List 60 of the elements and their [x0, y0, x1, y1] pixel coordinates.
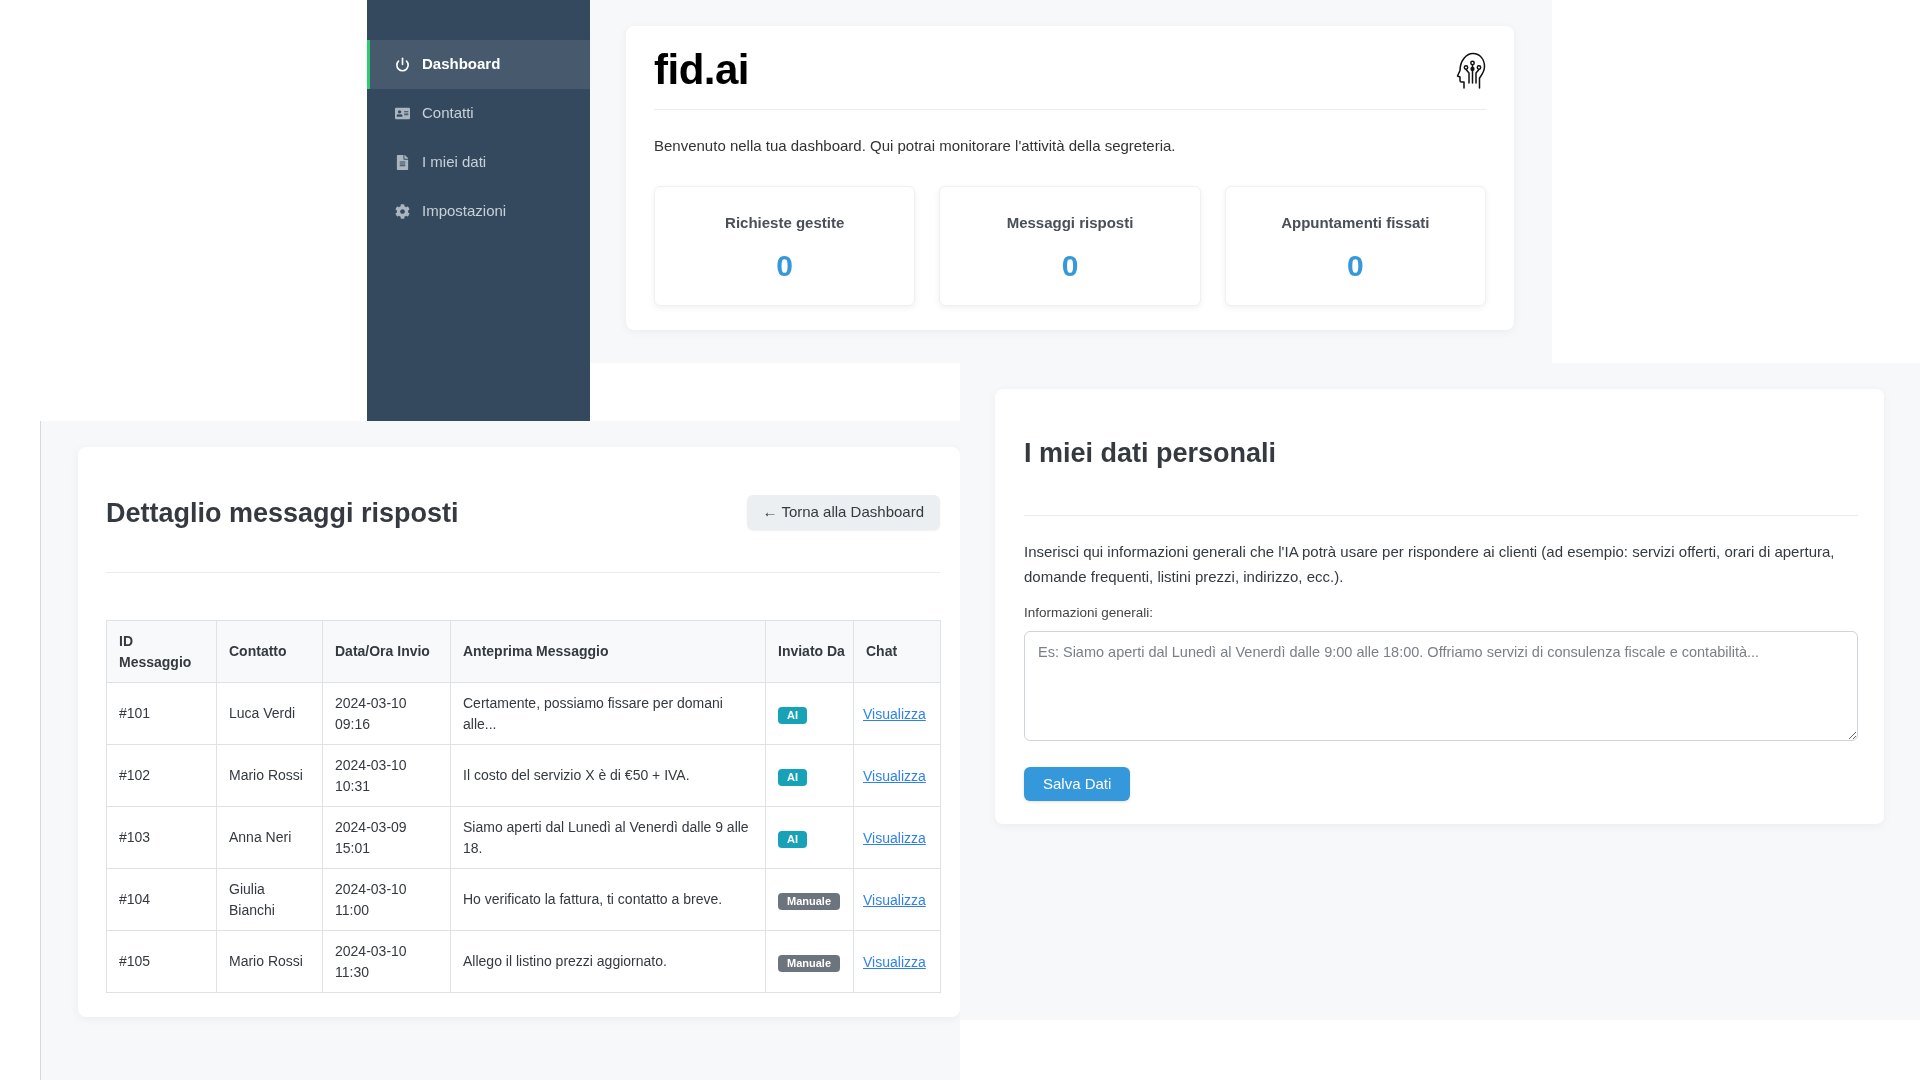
- column-header: Data/Ora Invio: [322, 620, 451, 683]
- section-title: Dettaglio messaggi risposti: [106, 496, 459, 530]
- table-cell: Ho verificato la fattura, ti contatto a breve.: [450, 868, 766, 931]
- welcome-text: Benvenuto nella tua dashboard. Qui potrai monitorare l'attività della segreteria.: [654, 136, 1177, 156]
- table-cell: 2024-03-10 10:31: [322, 744, 451, 807]
- table-cell: Anna Neri: [216, 806, 323, 869]
- nav-item[interactable]: Contatti: [367, 89, 590, 138]
- sender-badge: AI: [778, 706, 807, 724]
- nav-item[interactable]: Impostazioni: [367, 187, 590, 236]
- view-link[interactable]: Visualizza: [863, 829, 926, 846]
- table-cell: #101: [106, 682, 217, 745]
- stat-label: Appuntamenti fissati: [1281, 213, 1430, 233]
- view-link[interactable]: Visualizza: [863, 953, 926, 970]
- nav-item[interactable]: Dashboard: [367, 40, 590, 89]
- table-cell: #103: [106, 806, 217, 869]
- table-cell: #102: [106, 744, 217, 807]
- table-cell: Luca Verdi: [216, 682, 323, 745]
- sender-badge: Manuale: [778, 954, 840, 972]
- description-text: Inserisci qui informazioni generali che l'IA potrà usare per rispondere ai clienti (ad esempio: servizi offerti, orari di apertura, domande frequenti, listini prezzi, indirizzo, ecc.).: [1024, 542, 1836, 587]
- table-cell: 2024-03-10 09:16: [322, 682, 451, 745]
- table-cell: Giulia Bianchi: [216, 868, 323, 931]
- table-cell: Siamo aperti dal Lunedì al Venerdì dalle 9 alle 18.: [450, 806, 766, 869]
- column-header: Chat: [853, 620, 941, 683]
- table-cell: Certamente, possiamo fissare per domani alle...: [450, 682, 766, 745]
- back-button[interactable]: ← Torna alla Dashboard: [746, 495, 940, 530]
- document-icon: [395, 155, 410, 170]
- column-header: ID Messaggio: [106, 620, 217, 683]
- table-cell: 2024-03-10 11:30: [322, 930, 451, 993]
- sender-badge: AI: [778, 830, 807, 848]
- contact-card-icon: [395, 106, 410, 121]
- head-circuit-icon: [1456, 51, 1486, 89]
- table-cell: #105: [106, 930, 217, 993]
- stat-value: 0: [776, 248, 793, 284]
- table-cell: Mario Rossi: [216, 930, 323, 993]
- info-textarea[interactable]: Es: Siamo aperti dal Lunedì al Venerdì dalle 9:00 alle 18:00. Offriamo servizi di consulenza fiscale e contabilità...: [1024, 631, 1858, 741]
- stat-value: 0: [1347, 248, 1364, 284]
- view-link[interactable]: Visualizza: [863, 891, 926, 908]
- sender-badge: Manuale: [778, 892, 840, 910]
- field-label: Informazioni generali:: [1024, 604, 1155, 622]
- view-link[interactable]: Visualizza: [863, 767, 926, 784]
- table-cell: Mario Rossi: [216, 744, 323, 807]
- logo: fid.ai: [654, 49, 749, 91]
- column-header: Contatto: [216, 620, 323, 683]
- section-title: I miei dati personali: [1024, 437, 1278, 469]
- table-cell: #104: [106, 868, 217, 931]
- stat-label: Richieste gestite: [725, 213, 845, 233]
- table-cell: Allego il listino prezzi aggiornato.: [450, 930, 766, 993]
- column-header: Anteprima Messaggio: [450, 620, 766, 683]
- view-link[interactable]: Visualizza: [863, 705, 926, 722]
- stat-label: Messaggi risposti: [1006, 213, 1134, 233]
- save-button[interactable]: Salva Dati: [1024, 767, 1131, 801]
- sender-badge: AI: [778, 768, 807, 786]
- nav-item[interactable]: I miei dati: [367, 138, 590, 187]
- table-cell: Il costo del servizio X è di €50 + IVA.: [450, 744, 766, 807]
- stat-value: 0: [1061, 248, 1079, 284]
- table-cell: 2024-03-09 15:01: [322, 806, 451, 869]
- settings-icon: [395, 204, 410, 219]
- column-header: Inviato Da: [765, 620, 854, 683]
- table-cell: 2024-03-10 11:00: [322, 868, 451, 931]
- power-icon: [395, 57, 410, 72]
